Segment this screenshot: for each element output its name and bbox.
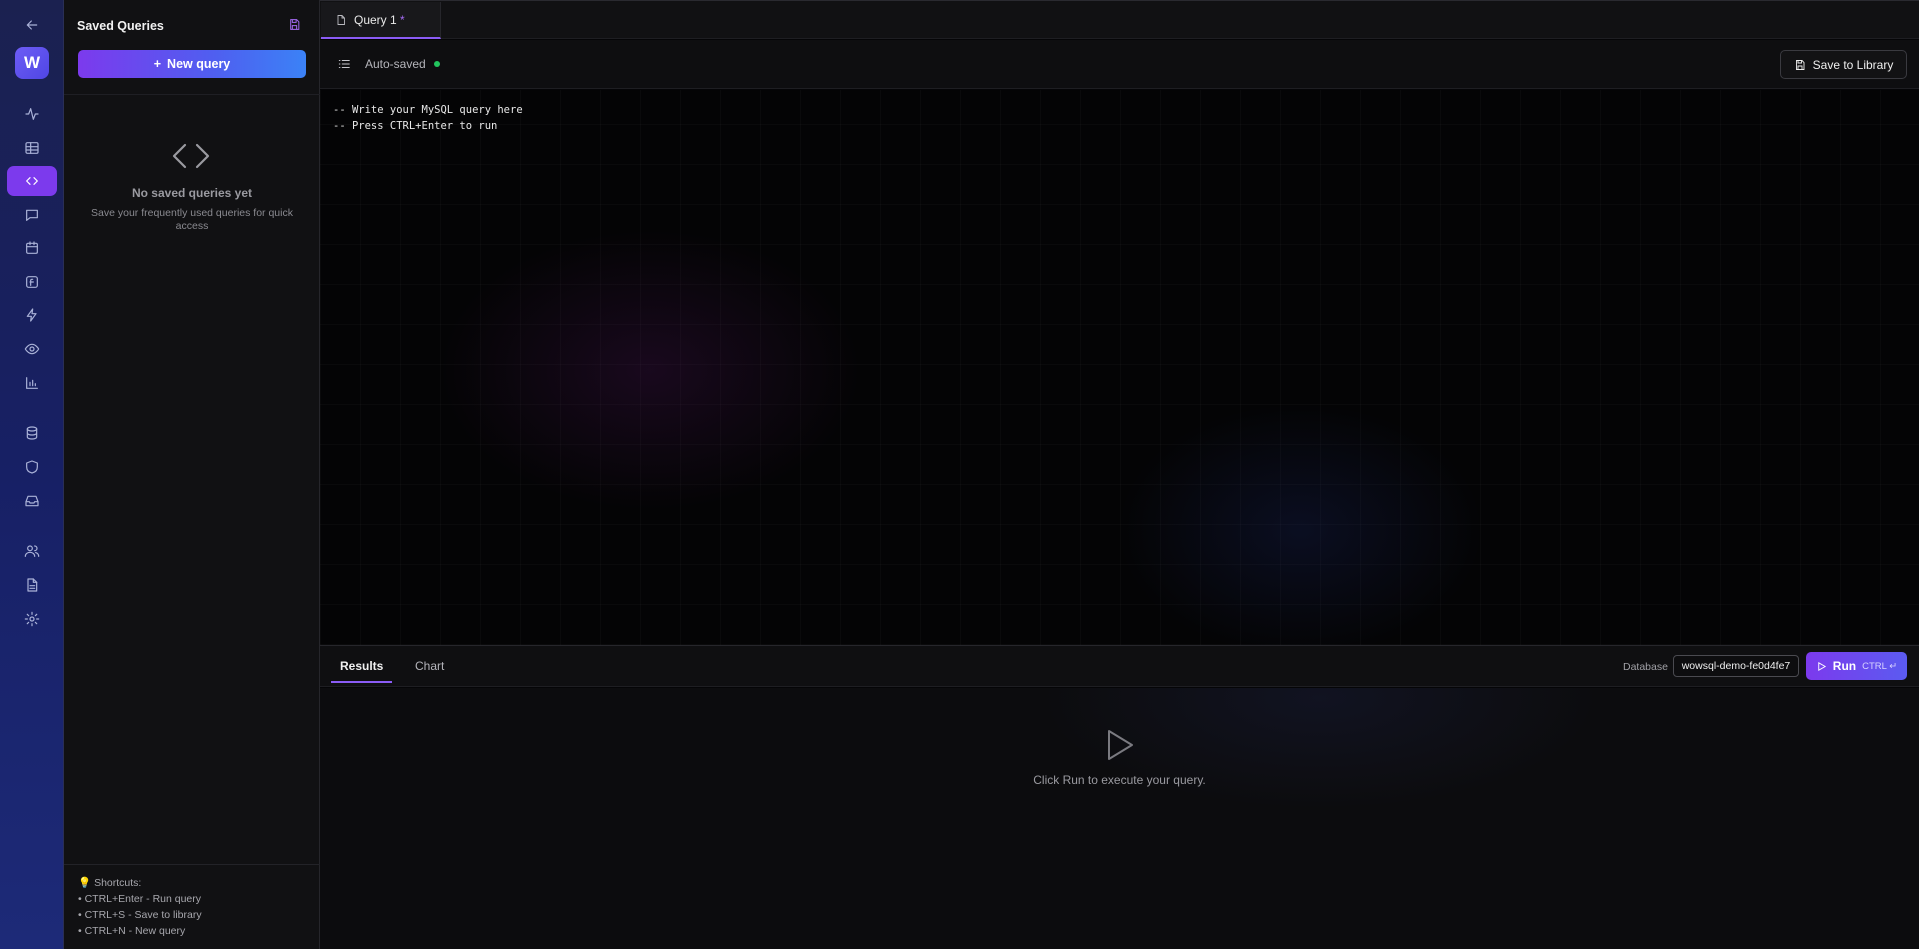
save-to-library-button[interactable]: Save to Library xyxy=(1780,50,1907,79)
code-icon[interactable] xyxy=(7,166,57,196)
table-icon[interactable] xyxy=(7,133,57,163)
empty-state-subtitle: Save your frequently used queries for qu… xyxy=(91,207,293,232)
back-arrow-icon[interactable] xyxy=(7,10,57,40)
inbox-icon[interactable] xyxy=(7,486,57,516)
shortcuts-list: 💡 Shortcuts: • CTRL+Enter - Run query • C… xyxy=(78,875,202,939)
save-to-library-label: Save to Library xyxy=(1812,57,1894,72)
code-brackets-icon xyxy=(171,141,211,171)
sql-editor[interactable]: -- Write your MySQL query here -- Press C… xyxy=(320,90,1919,645)
file-icon xyxy=(337,14,345,25)
lightbulb-icon: 💡 xyxy=(78,877,92,889)
save-icon xyxy=(1795,59,1805,70)
divider xyxy=(64,94,320,95)
query-tab-bar: Query 1 * xyxy=(320,0,1919,39)
run-hint-text: Click Run to execute your query. xyxy=(1033,773,1206,787)
file-text-icon[interactable] xyxy=(7,570,57,600)
tab-chart[interactable]: Chart xyxy=(415,659,444,673)
run-shortcut: CTRL ↵ xyxy=(1862,660,1898,672)
run-label: Run xyxy=(1832,659,1857,673)
activity-icon[interactable] xyxy=(7,99,57,129)
run-button[interactable]: Run CTRL ↵ xyxy=(1806,652,1907,680)
workspace-logo[interactable]: W xyxy=(15,47,49,79)
list-icon[interactable] xyxy=(337,57,351,71)
shortcut-item: • CTRL+N - New query xyxy=(78,925,186,937)
new-query-label: New query xyxy=(167,57,231,71)
autosave-status: Auto-saved xyxy=(365,57,426,71)
unsaved-marker: * xyxy=(400,12,405,27)
shortcut-item: • CTRL+S - Save to library xyxy=(78,909,202,921)
database-label: Database xyxy=(1623,661,1668,673)
shortcut-item: • CTRL+Enter - Run query xyxy=(78,893,202,905)
tab-label: Query 1 xyxy=(354,12,397,27)
results-bar: Results Chart Database wowsql-demo-fe0d4… xyxy=(320,645,1919,687)
editor-toolbar: Auto-saved Save to Library xyxy=(320,40,1919,89)
bar-chart-icon[interactable] xyxy=(7,368,57,398)
shield-icon[interactable] xyxy=(7,452,57,482)
shortcuts-title: Shortcuts: xyxy=(94,877,142,889)
play-icon xyxy=(1818,661,1826,671)
app-root: W Saved Queries + New query No saved que… xyxy=(0,0,1919,949)
empty-state-title: No saved queries yet xyxy=(131,186,253,200)
save-icon[interactable] xyxy=(288,18,304,34)
plus-icon: + xyxy=(153,57,162,71)
settings-icon[interactable] xyxy=(7,604,57,634)
database-select[interactable]: wowsql-demo-fe0d4fe7 xyxy=(1673,655,1799,677)
autosave-indicator-dot xyxy=(434,61,440,67)
new-query-button[interactable]: + New query xyxy=(78,50,306,78)
results-panel: Click Run to execute your query. xyxy=(320,688,1919,949)
code-line: -- Press CTRL+Enter to run xyxy=(333,120,498,132)
code-line: -- Write your MySQL query here xyxy=(333,104,523,116)
tab-query-1[interactable]: Query 1 * xyxy=(321,2,441,39)
main-editor-area: Query 1 * Auto-saved Save to Library -- … xyxy=(320,0,1919,949)
divider xyxy=(64,864,320,865)
saved-queries-title: Saved Queries xyxy=(77,19,164,33)
calendar-icon[interactable] xyxy=(7,233,57,263)
play-icon xyxy=(1105,728,1135,762)
eye-icon[interactable] xyxy=(7,334,57,364)
code-content[interactable]: -- Write your MySQL query here -- Press C… xyxy=(333,102,523,134)
function-icon[interactable] xyxy=(7,267,57,297)
icon-rail: W xyxy=(0,0,64,949)
database-icon[interactable] xyxy=(7,418,57,448)
users-icon[interactable] xyxy=(7,536,57,566)
saved-queries-panel: Saved Queries + New query No saved queri… xyxy=(64,0,320,949)
lightning-icon[interactable] xyxy=(7,300,57,330)
chat-icon[interactable] xyxy=(7,200,57,230)
tab-results[interactable]: Results xyxy=(330,659,393,683)
